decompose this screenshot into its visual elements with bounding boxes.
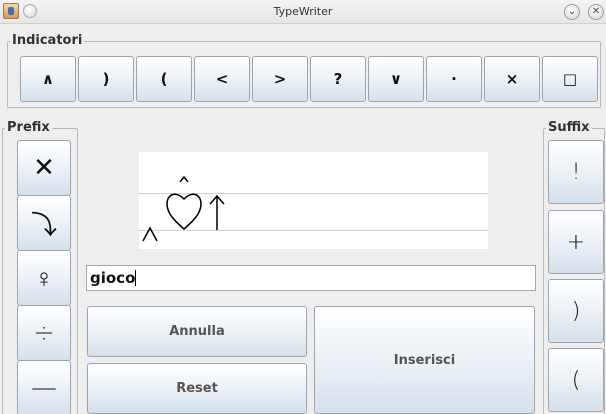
suffix-button-plus[interactable]: + bbox=[548, 210, 604, 274]
chevron-down-icon: ⌄ bbox=[567, 6, 577, 17]
and-wedge-glyph bbox=[142, 226, 158, 242]
indicator-button-close-paren[interactable]: ) bbox=[78, 56, 134, 102]
window-title: TypeWriter bbox=[273, 5, 333, 18]
heart-glyph bbox=[166, 193, 202, 230]
suffix-button-close-paren[interactable]: ) bbox=[548, 279, 604, 343]
prefix-button-divide[interactable]: ÷ bbox=[17, 305, 71, 361]
dash-icon: — bbox=[31, 373, 57, 403]
circle-cross-icon: ♀ bbox=[34, 263, 54, 294]
indicator-button-or[interactable]: ∨ bbox=[368, 56, 424, 102]
typewriter-window: TypeWriter ⌄ ✕ Indicatori ∧ ) ( < > ? ∨ … bbox=[0, 0, 606, 414]
glyph-preview-canvas bbox=[139, 152, 488, 249]
indicator-button-open-paren[interactable]: ( bbox=[136, 56, 192, 102]
indicatori-title: Indicatori bbox=[10, 33, 85, 48]
indicator-button-square[interactable]: □ bbox=[542, 56, 598, 102]
inserisci-button[interactable]: Inserisci bbox=[314, 306, 535, 414]
prefix-button-circle-cross[interactable]: ♀ bbox=[17, 250, 71, 306]
minimize-button[interactable]: ⌄ bbox=[564, 4, 580, 20]
prefix-button-cross[interactable]: ✕ bbox=[17, 140, 71, 196]
text-caret bbox=[135, 270, 137, 286]
annulla-button[interactable]: Annulla bbox=[87, 306, 307, 357]
up-down-arrow-icon: ⤵ bbox=[30, 210, 57, 241]
glyph-drawing bbox=[142, 175, 225, 242]
indicator-button-question[interactable]: ? bbox=[310, 56, 366, 102]
indicator-button-greater-than[interactable]: > bbox=[252, 56, 308, 102]
up-arrow-glyph bbox=[209, 194, 225, 230]
indicator-button-dot[interactable]: · bbox=[426, 56, 482, 102]
hat-glyph bbox=[179, 175, 189, 183]
close-button[interactable]: ✕ bbox=[588, 4, 604, 20]
prefix-button-dash[interactable]: — bbox=[17, 360, 71, 414]
suffix-title: Suffix bbox=[546, 120, 592, 135]
prefix-title: Prefix bbox=[5, 120, 52, 135]
close-icon: ✕ bbox=[591, 6, 601, 17]
indicator-button-and[interactable]: ∧ bbox=[20, 56, 76, 102]
title-bar: TypeWriter ⌄ ✕ bbox=[0, 0, 606, 24]
word-input[interactable]: gioco bbox=[86, 265, 536, 291]
suffix-button-open-paren[interactable]: ( bbox=[548, 348, 604, 412]
exclamation-icon: ! bbox=[571, 159, 581, 185]
indicator-button-times[interactable]: × bbox=[484, 56, 540, 102]
prefix-button-arrows[interactable]: ⤵ bbox=[17, 195, 71, 251]
reset-button[interactable]: Reset bbox=[87, 363, 307, 414]
plus-icon: + bbox=[566, 229, 586, 255]
suffix-button-exclamation[interactable]: ! bbox=[548, 140, 604, 204]
cross-icon: ✕ bbox=[33, 153, 55, 183]
indicator-button-less-than[interactable]: < bbox=[194, 56, 250, 102]
divide-icon: ÷ bbox=[33, 318, 55, 348]
